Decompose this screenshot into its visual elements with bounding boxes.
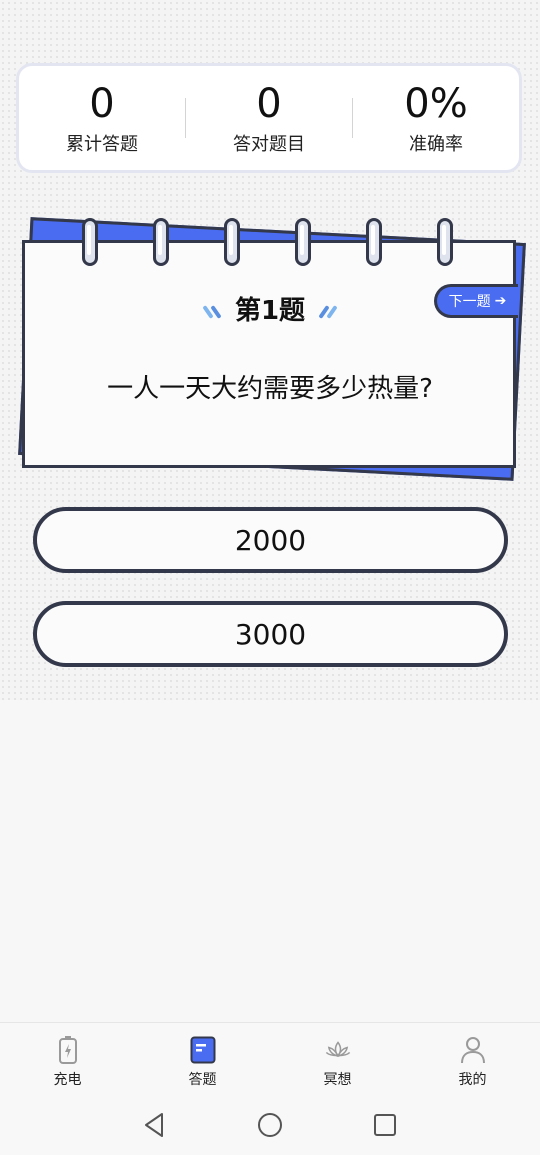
battery-charge-icon [53,1035,83,1065]
stat-label: 准确率 [409,134,463,155]
tab-charge[interactable]: 充电 [0,1023,135,1095]
next-question-button[interactable]: 下一题 ➔ [434,284,518,318]
recent-apps-icon[interactable] [370,1110,400,1140]
answer-option[interactable]: 2000 [33,507,508,573]
tab-label: 我的 [458,1072,487,1088]
next-question-label: 下一题 [448,294,491,310]
binder-ring-icon [224,218,240,266]
arrow-right-icon: ➔ [494,293,507,309]
tab-label: 冥想 [323,1072,352,1088]
binder-ring-icon [295,218,311,266]
tab-label: 答题 [188,1072,217,1088]
binder-ring-icon [82,218,98,266]
binder-ring-icon [366,218,382,266]
question-title: 第1题 [234,296,306,326]
stat-value: 0 [89,81,115,127]
bottom-tab-bar: 充电 答题 冥想 我的 [0,1022,540,1095]
stat-label: 答对题目 [233,134,305,155]
system-nav-bar [0,1094,540,1155]
stat-accuracy: 0% 准确率 [353,80,519,156]
answer-option[interactable]: 3000 [33,601,508,667]
lotus-icon [323,1035,353,1065]
stat-value: 0 [256,81,282,127]
stat-label: 累计答题 [66,134,138,155]
empty-area [0,700,540,1022]
binder-ring-icon [153,218,169,266]
stat-correct: 0 答对题目 [186,80,352,156]
question-card [22,240,516,468]
quiz-book-icon [188,1035,218,1065]
tab-quiz[interactable]: 答题 [135,1023,270,1095]
tab-meditation[interactable]: 冥想 [270,1023,405,1095]
home-icon[interactable] [255,1110,285,1140]
stat-value: 0% [404,81,468,127]
person-icon [458,1035,488,1065]
stats-card: 0 累计答题 0 答对题目 0% 准确率 [16,63,522,173]
back-icon[interactable] [140,1110,170,1140]
question-text: 一人一天大约需要多少热量? [107,374,433,404]
binder-ring-icon [437,218,453,266]
stat-total-answered: 0 累计答题 [19,80,185,156]
tab-label: 充电 [53,1072,82,1088]
tab-mine[interactable]: 我的 [405,1023,540,1095]
